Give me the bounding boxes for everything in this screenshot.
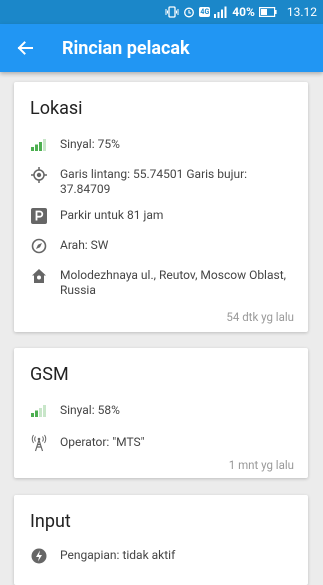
gsm-card-title: GSM (30, 364, 69, 385)
location-updated-time: 54 dtk yg lalu (226, 310, 294, 324)
vibrate-icon (165, 6, 179, 18)
gsm-card: GSM Sinyal: 58% Operator: "MTS" 1 mnt yg… (14, 348, 308, 478)
compass-icon (30, 237, 48, 255)
operator-text: Operator: "MTS" (60, 435, 145, 449)
operator-row: Operator: "MTS" (14, 434, 308, 452)
ignition-bolt-icon (30, 547, 48, 565)
page-title: Rincian pelacak (62, 37, 190, 59)
coordinates-text: Garis lintang: 55.74501 Garis bujur: 37.… (60, 167, 248, 196)
location-signal-row: Sinyal: 75% (14, 136, 308, 154)
gsm-updated-time: 1 mnt yg lalu (228, 458, 294, 472)
signal-strength-icon (30, 136, 48, 154)
input-card-title: Input (30, 511, 71, 532)
location-card-title: Lokasi (30, 98, 83, 119)
coordinates-row: Garis lintang: 55.74501 Garis bujur: 37.… (14, 166, 308, 197)
direction-row: Arah: SW (14, 237, 308, 255)
signal-strength-icon (30, 402, 48, 420)
cell-signal-icon (214, 6, 228, 18)
battery-percent: 40% (232, 5, 255, 19)
ignition-text: Pengapian: tidak aktif (60, 548, 176, 562)
input-card: Input Pengapian: tidak aktif (14, 495, 308, 585)
cell-tower-icon (30, 434, 48, 452)
location-signal-text: Sinyal: 75% (60, 137, 120, 151)
parking-row: Parkir untuk 81 jam (14, 207, 308, 225)
gsm-signal-text: Sinyal: 58% (60, 403, 120, 417)
alarm-icon (183, 6, 195, 18)
back-arrow-icon[interactable] (16, 38, 36, 58)
home-location-icon (30, 267, 48, 285)
status-bar: 4G 40% 13.12 (0, 0, 323, 24)
address-row: Molodezhnaya ul., Reutov, Moscow Oblast,… (14, 267, 308, 298)
direction-text: Arah: SW (60, 238, 109, 252)
clock: 13.12 (286, 5, 317, 19)
app-toolbar: Rincian pelacak (0, 24, 323, 72)
gsm-signal-row: Sinyal: 58% (14, 402, 308, 420)
battery-icon (258, 7, 277, 17)
ignition-row: Pengapian: tidak aktif (14, 547, 308, 565)
address-text: Molodezhnaya ul., Reutov, Moscow Oblast,… (60, 268, 286, 297)
gps-crosshair-icon (30, 166, 48, 184)
location-card: Lokasi Sinyal: 75% Garis lintang: 55.745… (14, 82, 308, 332)
parking-icon (30, 207, 48, 225)
network-type-badge: 4G (199, 7, 211, 17)
parking-text: Parkir untuk 81 jam (60, 208, 164, 222)
